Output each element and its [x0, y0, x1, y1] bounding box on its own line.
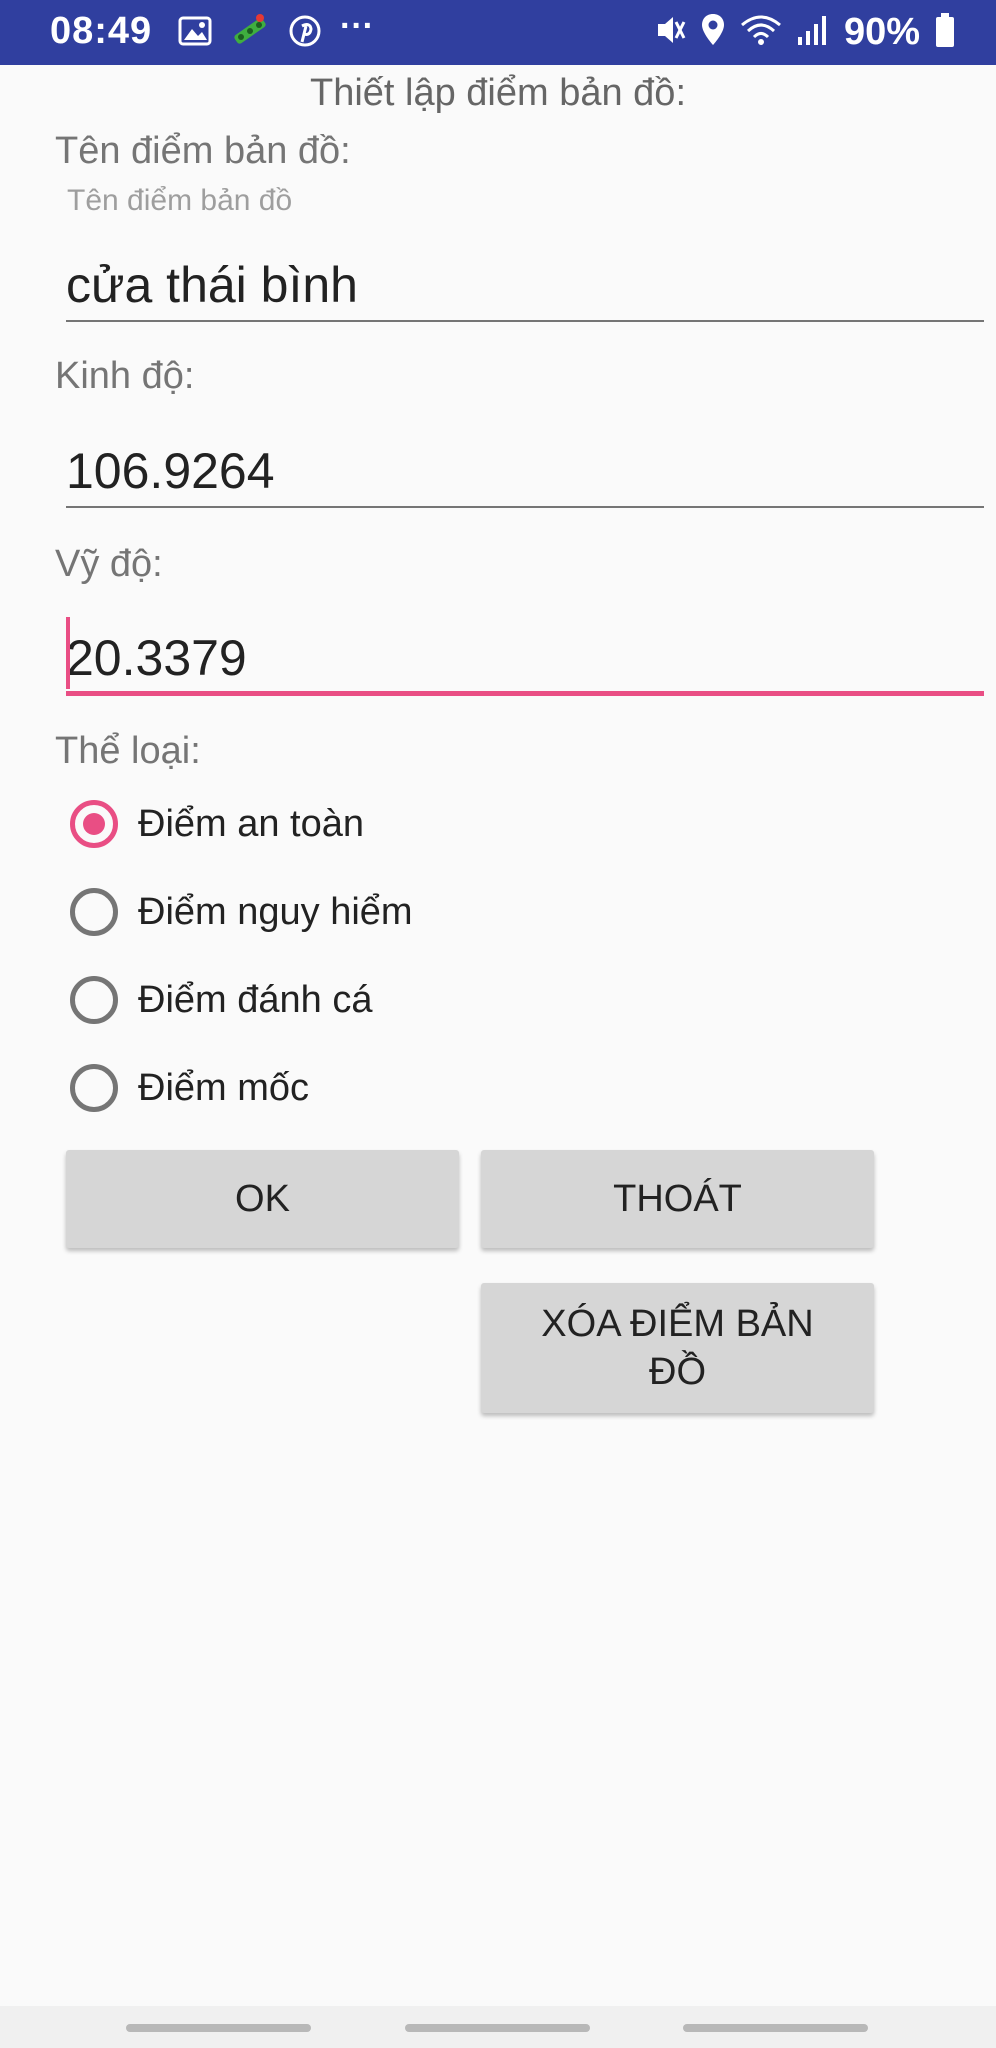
recents-nav-handle[interactable]	[126, 2024, 311, 2032]
radio-unchecked-icon[interactable]	[70, 1064, 118, 1112]
pinterest-icon	[288, 14, 322, 53]
battery-icon	[934, 12, 956, 53]
radio-label: Điểm mốc	[138, 1066, 310, 1109]
map-point-name-hint: Tên điểm bản đồ	[67, 184, 293, 217]
text-cursor	[66, 617, 70, 689]
map-point-name-input[interactable]	[66, 250, 984, 322]
radio-landmark-point[interactable]: Điểm mốc	[70, 1058, 309, 1118]
location-icon	[700, 12, 726, 53]
radio-danger-point[interactable]: Điểm nguy hiểm	[70, 882, 413, 942]
navigation-bar	[0, 2006, 996, 2048]
radio-unchecked-icon[interactable]	[70, 888, 118, 936]
delete-map-point-button[interactable]: XÓA ĐIỂM BẢN ĐỒ	[481, 1283, 874, 1413]
back-nav-handle[interactable]	[683, 2024, 868, 2032]
ok-button[interactable]: OK	[66, 1150, 459, 1248]
category-label: Thể loại:	[55, 730, 201, 772]
radio-fishing-point[interactable]: Điểm đánh cá	[70, 970, 372, 1030]
longitude-label: Kinh độ:	[55, 355, 195, 397]
radio-label: Điểm đánh cá	[138, 978, 373, 1021]
radio-label: Điểm nguy hiểm	[138, 890, 413, 933]
map-point-name-label: Tên điểm bản đồ:	[55, 130, 351, 172]
latitude-input[interactable]	[66, 624, 984, 696]
status-time: 08:49	[50, 10, 153, 52]
app-icon	[230, 12, 270, 55]
radio-unchecked-icon[interactable]	[70, 976, 118, 1024]
gallery-icon	[178, 16, 212, 51]
dialog-title: Thiết lập điểm bản đồ:	[309, 72, 686, 114]
radio-checked-icon[interactable]	[70, 800, 118, 848]
exit-button[interactable]: THOÁT	[481, 1150, 874, 1248]
radio-safe-point[interactable]: Điểm an toàn	[70, 794, 364, 854]
home-nav-handle[interactable]	[405, 2024, 590, 2032]
latitude-label: Vỹ độ:	[55, 543, 163, 585]
signal-icon	[796, 13, 830, 52]
system-icons: 90%	[654, 10, 956, 53]
longitude-input[interactable]	[66, 436, 984, 508]
notification-icons: ···	[178, 7, 374, 55]
wifi-icon	[740, 13, 782, 52]
battery-percent: 90%	[843, 10, 920, 53]
status-bar: 08:49 ··· 90%	[0, 0, 996, 65]
mute-icon	[654, 12, 686, 53]
more-icon: ···	[340, 7, 374, 45]
radio-label: Điểm an toàn	[138, 802, 365, 845]
